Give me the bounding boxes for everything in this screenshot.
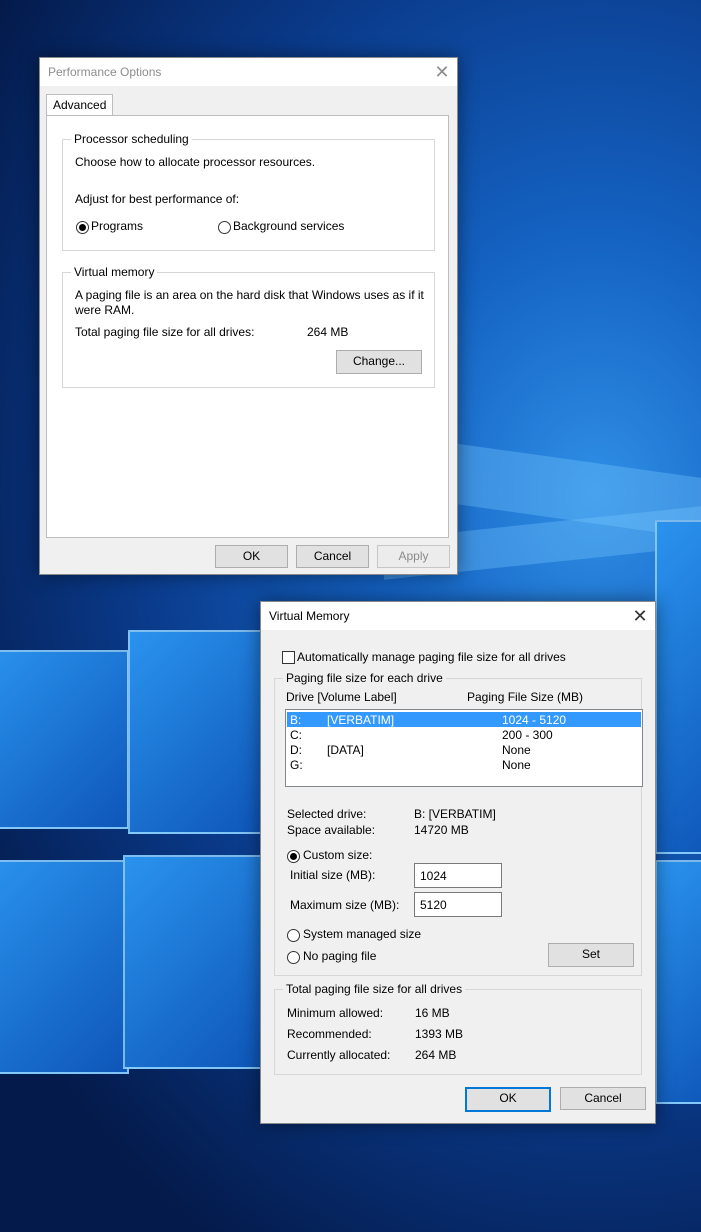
selected-drive-label: Selected drive: — [287, 807, 367, 821]
ok-button[interactable]: OK — [465, 1087, 551, 1112]
title-bar: Virtual Memory ✕ — [261, 602, 655, 630]
minimum-allowed-value: 16 MB — [415, 1006, 450, 1020]
drive-size: None — [502, 758, 531, 772]
close-icon[interactable]: ✕ — [433, 63, 451, 81]
no-paging-file-label[interactable]: No paging file — [303, 949, 376, 963]
drive-size: 1024 - 5120 — [502, 713, 567, 727]
list-item[interactable]: C: 200 - 300 — [287, 727, 641, 742]
custom-size-label[interactable]: Custom size: — [303, 848, 372, 862]
ok-button[interactable]: OK — [215, 545, 288, 568]
performance-options-window: Performance Options ✕ Advanced Processor… — [39, 57, 458, 575]
maximum-size-label: Maximum size (MB): — [290, 898, 400, 912]
space-available-value: 14720 MB — [414, 823, 469, 837]
custom-size-radio[interactable] — [287, 850, 300, 863]
window-logo-pane — [0, 860, 129, 1074]
space-available-label: Space available: — [287, 823, 376, 837]
window-logo-pane — [0, 650, 129, 829]
minimum-allowed-label: Minimum allowed: — [287, 1006, 384, 1020]
system-managed-radio[interactable] — [287, 929, 300, 942]
tab-advanced[interactable]: Advanced — [46, 94, 114, 115]
cancel-button[interactable]: Cancel — [560, 1087, 646, 1110]
background-services-label[interactable]: Background services — [233, 219, 344, 233]
title-bar: Performance Options ✕ — [40, 58, 457, 86]
programs-radio[interactable] — [76, 221, 89, 234]
selected-drive-value: B: [VERBATIM] — [414, 807, 496, 821]
group-label: Virtual memory — [71, 265, 158, 279]
list-item[interactable]: D: [DATA] None — [287, 742, 641, 757]
initial-size-label: Initial size (MB): — [290, 868, 376, 882]
drive-listbox[interactable]: B: [VERBATIM] 1024 - 5120 C: 200 - 300 D… — [285, 709, 643, 787]
column-header-size: Paging File Size (MB) — [467, 690, 584, 704]
paging-each-drive-group: Paging file size for each drive Drive [V… — [274, 671, 643, 976]
maximum-size-input[interactable] — [414, 892, 502, 917]
drive-letter: D: — [290, 743, 302, 757]
virtual-memory-group: Virtual memory A paging file is an area … — [62, 265, 435, 388]
currently-allocated-value: 264 MB — [415, 1048, 457, 1062]
processor-description: Choose how to allocate processor resourc… — [75, 155, 316, 169]
drive-label: [VERBATIM] — [327, 713, 395, 727]
recommended-value: 1393 MB — [415, 1027, 464, 1041]
auto-manage-label[interactable]: Automatically manage paging file size fo… — [297, 650, 566, 664]
programs-label[interactable]: Programs — [91, 219, 143, 233]
tab-panel: Processor scheduling Choose how to alloc… — [46, 115, 449, 538]
apply-button[interactable]: Apply — [377, 545, 450, 568]
window-title: Performance Options — [48, 65, 162, 79]
group-label: Total paging file size for all drives — [283, 982, 466, 996]
total-paging-label: Total paging file size for all drives: — [75, 325, 255, 339]
total-paging-group: Total paging file size for all drives Mi… — [274, 982, 642, 1075]
virtual-memory-window: Virtual Memory ✕ Automatically manage pa… — [260, 601, 656, 1124]
paging-description-line1: A paging file is an area on the hard dis… — [75, 288, 424, 302]
group-label: Processor scheduling — [71, 132, 192, 146]
window-logo-pane — [655, 520, 701, 854]
background-services-radio[interactable] — [218, 221, 231, 234]
list-item[interactable]: B: [VERBATIM] 1024 - 5120 — [287, 712, 641, 727]
column-header-drive: Drive [Volume Label] — [286, 690, 397, 704]
drive-label: [DATA] — [327, 743, 364, 757]
group-label: Paging file size for each drive — [283, 671, 446, 685]
change-button[interactable]: Change... — [336, 350, 422, 374]
set-button[interactable]: Set — [548, 943, 634, 967]
drive-size: None — [502, 743, 531, 757]
recommended-label: Recommended: — [287, 1027, 372, 1041]
list-item[interactable]: G: None — [287, 757, 641, 772]
window-logo-pane — [123, 855, 262, 1069]
window-title: Virtual Memory — [269, 609, 350, 623]
currently-allocated-label: Currently allocated: — [287, 1048, 391, 1062]
window-logo-pane — [128, 630, 262, 834]
drive-letter: B: — [290, 713, 302, 727]
drive-letter: G: — [290, 758, 303, 772]
no-paging-file-radio[interactable] — [287, 951, 300, 964]
total-paging-value: 264 MB — [307, 325, 349, 339]
initial-size-input[interactable] — [414, 863, 502, 888]
window-logo-pane — [655, 860, 701, 1104]
processor-scheduling-group: Processor scheduling Choose how to alloc… — [62, 132, 435, 251]
auto-manage-checkbox[interactable] — [282, 651, 295, 664]
cancel-button[interactable]: Cancel — [296, 545, 369, 568]
drive-letter: C: — [290, 728, 302, 742]
adjust-label: Adjust for best performance of: — [75, 192, 240, 206]
system-managed-label[interactable]: System managed size — [303, 927, 421, 941]
close-icon[interactable]: ✕ — [631, 607, 649, 625]
paging-description-line2: were RAM. — [75, 303, 135, 317]
drive-size: 200 - 300 — [502, 728, 553, 742]
